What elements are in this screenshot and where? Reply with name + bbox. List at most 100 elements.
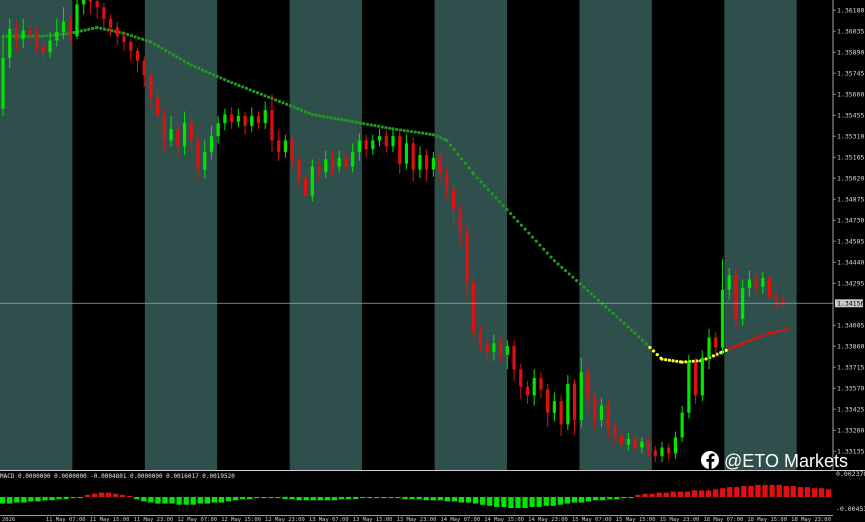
ma-dot [99, 26, 103, 30]
ma-dot [486, 188, 491, 192]
candle-body [485, 343, 489, 352]
ma-dot [724, 348, 728, 352]
ma-dot [563, 269, 568, 273]
ma-dot [175, 55, 179, 59]
candle-body [613, 427, 617, 436]
candle-body [277, 140, 281, 153]
price-axis-label: 1.34440 [837, 258, 864, 266]
candle-body [512, 346, 516, 370]
ma-dot [497, 200, 502, 204]
time-axis-label: 2026 [2, 517, 15, 522]
candle-body [767, 278, 772, 297]
ma-dot [534, 239, 538, 243]
watermark: @ETO Markets [701, 451, 848, 471]
candle-body [102, 7, 106, 19]
ma-dot [79, 29, 83, 33]
macd-bar [84, 494, 91, 497]
macd-bar [437, 497, 443, 501]
candle-body [270, 110, 274, 141]
macd-bar [345, 497, 352, 500]
candle-body [337, 157, 341, 167]
macd-bar [720, 488, 726, 497]
candle-body [633, 438, 637, 448]
ma-dot [233, 82, 237, 86]
candle-body [61, 21, 66, 32]
ma-dot [241, 85, 245, 89]
price-axis-label: 1.35020 [837, 174, 864, 182]
candle-body [472, 282, 476, 334]
ma-dot [376, 124, 381, 128]
macd-bar [197, 497, 203, 504]
ma-dot [596, 298, 601, 302]
ma-dot [354, 120, 358, 124]
candle-body [344, 157, 348, 167]
candle-body [115, 27, 119, 37]
candle-body [21, 30, 25, 40]
facebook-icon [701, 451, 719, 469]
candle-body [552, 401, 556, 413]
ma-dot [186, 61, 190, 65]
ma-dot [413, 130, 417, 134]
ma-dot [463, 161, 467, 165]
macd-bar [825, 489, 832, 497]
ma-dot [362, 122, 366, 126]
ma-dot [314, 113, 318, 117]
candle-body [660, 447, 664, 457]
candle-body [142, 60, 146, 76]
candle-body [75, 4, 79, 37]
ma-dot [445, 138, 449, 143]
candle-body [149, 75, 153, 98]
ma-dot [358, 121, 362, 125]
time-bands [0, 0, 833, 470]
macd-subwindow[interactable] [0, 484, 832, 508]
candle-body [525, 386, 530, 396]
ma-dot [630, 328, 634, 332]
ma-dot [395, 127, 399, 132]
ma-dot [182, 59, 186, 63]
ma-dot [512, 215, 516, 219]
ma-dot [523, 227, 527, 231]
candle-body [646, 441, 651, 451]
candle-body [28, 30, 32, 34]
candle-body [351, 152, 355, 167]
macd-bar [289, 497, 295, 500]
ma-dot [479, 180, 483, 184]
ma-dot [456, 152, 460, 156]
ma-dot [586, 288, 590, 293]
ma-dot [731, 345, 736, 349]
candle-body [593, 398, 597, 420]
trading-chart[interactable]: 1.36180 1.36035 1.35890 1.35745 1.35600 1.354… [0, 0, 865, 522]
candle-body [398, 136, 402, 164]
macd-bar [98, 492, 105, 497]
ma-dot [684, 360, 688, 364]
ma-dot [748, 338, 752, 343]
macd-bar [487, 497, 493, 506]
ma-dot [171, 53, 175, 57]
ma-dot [63, 32, 68, 36]
macd-bar [28, 497, 34, 502]
ma-dot [759, 334, 763, 338]
ma-dot [267, 95, 271, 99]
candle-body [761, 278, 765, 287]
ma-dot [164, 48, 168, 53]
candle-body [250, 115, 254, 126]
time-axis-label: 12 May 07:00 [177, 517, 217, 522]
macd-bar [621, 497, 627, 499]
time-axis-label: 18 May 15:00 [747, 517, 787, 522]
ma-dot [490, 192, 494, 196]
candle-body [196, 140, 200, 170]
macd-bar [705, 490, 712, 497]
macd-bar [444, 497, 451, 502]
candle-body [223, 114, 227, 124]
time-axis-label: 14 May 15:00 [484, 517, 524, 522]
macd-bar [296, 497, 302, 501]
candle-body [653, 450, 657, 457]
ma-dot [472, 172, 476, 176]
macd-bar [600, 497, 606, 501]
macd-bar [494, 497, 500, 507]
ma-dot [494, 196, 498, 200]
ma-dot [545, 251, 549, 255]
price-axis-label: 1.35165 [837, 153, 864, 161]
candle-body [431, 157, 435, 170]
time-axis-label: 12 May 15:00 [221, 517, 261, 522]
